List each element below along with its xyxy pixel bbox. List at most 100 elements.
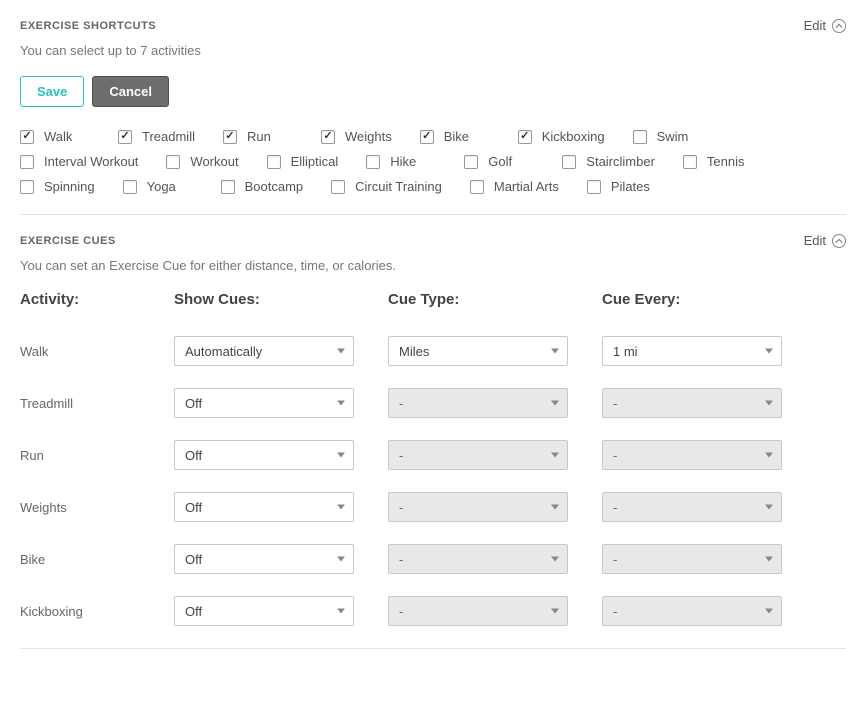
cancel-button[interactable]: Cancel [92, 76, 169, 107]
checkbox-icon[interactable] [20, 180, 34, 194]
activity-checkbox[interactable]: Weights [321, 129, 392, 144]
chevron-down-icon [765, 557, 773, 562]
checkbox-icon[interactable] [562, 155, 576, 169]
activity-label: Tennis [707, 154, 745, 169]
activity-checkbox[interactable]: Bootcamp [221, 179, 304, 194]
activity-checkbox[interactable]: Swim [633, 129, 703, 144]
header-activity: Activity: [20, 291, 160, 308]
activity-label: Martial Arts [494, 179, 559, 194]
activity-checkbox[interactable]: Run [223, 129, 293, 144]
activity-checkbox[interactable]: Circuit Training [331, 179, 442, 194]
activity-checkbox[interactable]: Interval Workout [20, 154, 138, 169]
cue-every-select: - [602, 492, 782, 522]
checkbox-icon[interactable] [20, 155, 34, 169]
cue-every-select[interactable]: 1 mi [602, 336, 782, 366]
activity-label: Hike [390, 154, 416, 169]
select-value: - [613, 448, 617, 463]
cue-show-select[interactable]: Off [174, 440, 354, 470]
activity-label: Golf [488, 154, 512, 169]
cues-edit-toggle[interactable]: Edit [804, 233, 846, 248]
shortcuts-edit-toggle[interactable]: Edit [804, 18, 846, 33]
cue-activity-label: Kickboxing [20, 604, 160, 619]
checkbox-icon[interactable] [633, 130, 647, 144]
cue-every-select: - [602, 596, 782, 626]
checkbox-icon[interactable] [366, 155, 380, 169]
cue-show-select[interactable]: Off [174, 388, 354, 418]
chevron-down-icon [765, 453, 773, 458]
select-value: Automatically [185, 344, 262, 359]
activity-checkbox[interactable]: Walk [20, 129, 90, 144]
shortcuts-title: EXERCISE SHORTCUTS [20, 20, 156, 32]
activity-checkbox[interactable]: Martial Arts [470, 179, 559, 194]
activity-checkbox[interactable]: Pilates [587, 179, 657, 194]
checkbox-icon[interactable] [683, 155, 697, 169]
activity-checkbox[interactable]: Treadmill [118, 129, 195, 144]
select-value: - [613, 500, 617, 515]
activity-label: Bootcamp [245, 179, 304, 194]
cue-activity-label: Treadmill [20, 396, 160, 411]
cue-type-select: - [388, 440, 568, 470]
activity-label: Swim [657, 129, 689, 144]
activity-checkbox[interactable]: Workout [166, 154, 238, 169]
chevron-down-icon [551, 609, 559, 614]
checkbox-icon[interactable] [20, 130, 34, 144]
cue-activity-label: Bike [20, 552, 160, 567]
chevron-down-icon [765, 349, 773, 354]
chevron-up-icon [832, 19, 846, 33]
activity-checkbox[interactable]: Tennis [683, 154, 753, 169]
checkbox-icon[interactable] [331, 180, 345, 194]
chevron-down-icon [337, 453, 345, 458]
select-value: Off [185, 448, 202, 463]
select-value: - [613, 396, 617, 411]
activity-label: Yoga [147, 179, 176, 194]
checkbox-icon[interactable] [587, 180, 601, 194]
activity-checkbox[interactable]: Hike [366, 154, 436, 169]
cue-show-select[interactable]: Automatically [174, 336, 354, 366]
checkbox-icon[interactable] [464, 155, 478, 169]
cue-type-select: - [388, 596, 568, 626]
activity-label: Run [247, 129, 271, 144]
select-value: Off [185, 396, 202, 411]
activity-label: Circuit Training [355, 179, 442, 194]
edit-label: Edit [804, 18, 826, 33]
checkbox-icon[interactable] [118, 130, 132, 144]
checkbox-icon[interactable] [267, 155, 281, 169]
activity-checkbox[interactable]: Elliptical [267, 154, 339, 169]
cue-show-select[interactable]: Off [174, 544, 354, 574]
cue-every-select: - [602, 544, 782, 574]
select-value: Off [185, 552, 202, 567]
cues-title: EXERCISE CUES [20, 235, 116, 247]
chevron-down-icon [551, 505, 559, 510]
activity-checkbox[interactable]: Bike [420, 129, 490, 144]
cue-activity-label: Weights [20, 500, 160, 515]
select-value: Off [185, 500, 202, 515]
cue-type-select[interactable]: Miles [388, 336, 568, 366]
cue-show-select[interactable]: Off [174, 596, 354, 626]
select-value: - [613, 552, 617, 567]
activity-label: Workout [190, 154, 238, 169]
cue-show-select[interactable]: Off [174, 492, 354, 522]
activity-checkbox[interactable]: Yoga [123, 179, 193, 194]
checkbox-icon[interactable] [223, 130, 237, 144]
activities-list: Walk Treadmill Run Weights Bike Kickboxing Swi… [20, 129, 846, 194]
activity-checkbox[interactable]: Spinning [20, 179, 95, 194]
checkbox-icon[interactable] [321, 130, 335, 144]
checkbox-icon[interactable] [518, 130, 532, 144]
activity-checkbox[interactable]: Stairclimber [562, 154, 655, 169]
activity-label: Treadmill [142, 129, 195, 144]
checkbox-icon[interactable] [166, 155, 180, 169]
cue-every-select: - [602, 388, 782, 418]
checkbox-icon[interactable] [470, 180, 484, 194]
checkbox-icon[interactable] [221, 180, 235, 194]
checkbox-icon[interactable] [123, 180, 137, 194]
cue-type-select: - [388, 492, 568, 522]
activity-checkbox[interactable]: Golf [464, 154, 534, 169]
header-cue-every: Cue Every: [602, 291, 802, 308]
save-button[interactable]: Save [20, 76, 84, 107]
activity-checkbox[interactable]: Kickboxing [518, 129, 605, 144]
select-value: - [399, 500, 403, 515]
chevron-up-icon [832, 234, 846, 248]
checkbox-icon[interactable] [420, 130, 434, 144]
select-value: - [399, 604, 403, 619]
activity-label: Elliptical [291, 154, 339, 169]
